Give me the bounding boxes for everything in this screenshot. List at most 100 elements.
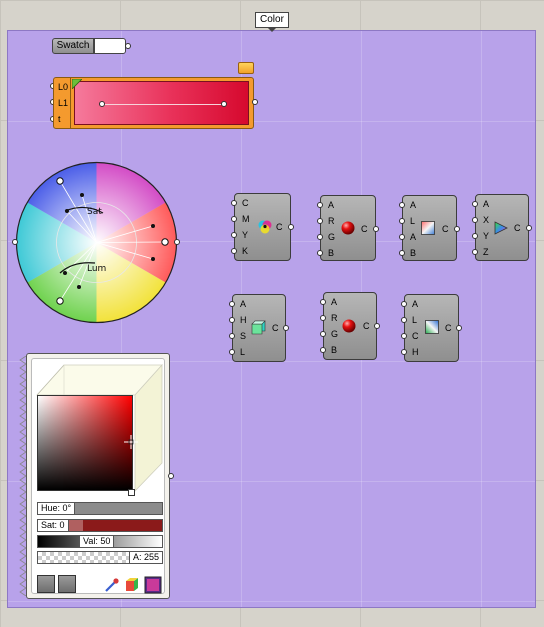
output-port[interactable] bbox=[454, 226, 460, 232]
wheel-lum-label: Lum bbox=[87, 264, 106, 274]
group-title[interactable]: Color bbox=[255, 12, 289, 32]
gradient-input-label: L1 bbox=[58, 98, 69, 108]
argb-component[interactable]: A R G B C bbox=[317, 195, 379, 261]
lch-square-icon bbox=[425, 320, 439, 334]
input-port[interactable] bbox=[399, 250, 405, 256]
input-port[interactable] bbox=[472, 249, 478, 255]
gradient-input-labels: L0 L1 t bbox=[53, 77, 71, 129]
output-label: C bbox=[442, 224, 449, 234]
input-port[interactable] bbox=[401, 349, 407, 355]
hue-slider[interactable]: Hue: 0° bbox=[37, 502, 163, 515]
saturation-slider[interactable]: Sat: 0 bbox=[37, 519, 163, 532]
input-port[interactable] bbox=[320, 331, 326, 337]
swatch-component[interactable]: Swatch bbox=[52, 38, 131, 54]
gradient-corner-icon bbox=[72, 79, 82, 89]
alpha-label: A: 255 bbox=[128, 552, 162, 563]
color-preset-button[interactable] bbox=[58, 575, 76, 593]
gradient-grip-left[interactable] bbox=[99, 101, 105, 107]
red-sphere-icon bbox=[342, 319, 356, 333]
input-port[interactable] bbox=[399, 234, 405, 240]
output-port[interactable] bbox=[373, 226, 379, 232]
output-label: C bbox=[272, 323, 279, 333]
wheel-input-port[interactable] bbox=[12, 239, 18, 245]
wheel-output-port[interactable] bbox=[174, 239, 180, 245]
gradient-bar[interactable] bbox=[74, 81, 249, 125]
gradient-grip-right[interactable] bbox=[221, 101, 227, 107]
gradient-output-port[interactable] bbox=[252, 99, 258, 105]
input-port[interactable] bbox=[401, 317, 407, 323]
input-label: H bbox=[412, 347, 419, 357]
swatch-output-port[interactable] bbox=[125, 43, 131, 49]
input-label: A bbox=[240, 299, 247, 309]
gradient-input-label: L0 bbox=[58, 82, 69, 92]
input-port[interactable] bbox=[320, 299, 326, 305]
input-label: H bbox=[240, 315, 247, 325]
xyz-component[interactable]: A X Y Z C bbox=[472, 194, 532, 261]
lab-component[interactable]: A L A B C bbox=[399, 195, 460, 261]
lch-component[interactable]: A L C H C bbox=[401, 294, 462, 362]
output-label: C bbox=[514, 223, 521, 233]
input-port[interactable] bbox=[320, 315, 326, 321]
input-port[interactable] bbox=[399, 202, 405, 208]
input-port[interactable] bbox=[231, 216, 237, 222]
input-label: Y bbox=[483, 231, 490, 241]
input-port[interactable] bbox=[229, 301, 235, 307]
input-port[interactable] bbox=[229, 333, 235, 339]
input-port[interactable] bbox=[317, 234, 323, 240]
picker-output-port[interactable] bbox=[168, 473, 174, 479]
color-wheel-component[interactable]: Sat Lum bbox=[12, 161, 180, 324]
input-port[interactable] bbox=[317, 202, 323, 208]
color-wheel[interactable]: Sat Lum bbox=[15, 161, 178, 324]
input-port[interactable] bbox=[401, 301, 407, 307]
rgb-cube-icon[interactable] bbox=[124, 577, 140, 593]
palette-swatch-icon[interactable] bbox=[144, 576, 162, 594]
value-slider[interactable]: Val: 50 bbox=[37, 535, 163, 548]
gradient-component[interactable]: L0 L1 t bbox=[50, 77, 258, 129]
output-label: C bbox=[363, 321, 370, 331]
input-port[interactable] bbox=[231, 200, 237, 206]
gradient-input-label: t bbox=[58, 114, 61, 124]
input-port[interactable] bbox=[317, 218, 323, 224]
output-port[interactable] bbox=[456, 325, 462, 331]
input-label: X bbox=[483, 215, 490, 225]
alpha-slider[interactable]: A: 255 bbox=[37, 551, 163, 564]
output-port[interactable] bbox=[283, 325, 289, 331]
input-port[interactable] bbox=[229, 349, 235, 355]
input-label: A bbox=[331, 297, 338, 307]
input-label: B bbox=[410, 248, 417, 258]
output-port[interactable] bbox=[288, 224, 294, 230]
input-label: A bbox=[412, 299, 419, 309]
input-port[interactable] bbox=[317, 250, 323, 256]
eyedropper-icon[interactable] bbox=[104, 577, 120, 593]
color-picker-component[interactable]: Hue: 0° Sat: 0 Val: 50 A: 255 bbox=[26, 353, 174, 599]
input-port[interactable] bbox=[229, 317, 235, 323]
input-port[interactable] bbox=[320, 347, 326, 353]
output-port[interactable] bbox=[374, 323, 380, 329]
input-port[interactable] bbox=[399, 218, 405, 224]
gradient-flag-icon[interactable] bbox=[238, 62, 254, 74]
swatch-color-box[interactable] bbox=[94, 38, 126, 54]
value-label: Val: 50 bbox=[79, 536, 115, 547]
rgb-component[interactable]: A R G B C bbox=[320, 292, 380, 360]
input-port[interactable] bbox=[472, 217, 478, 223]
input-port[interactable] bbox=[231, 232, 237, 238]
input-label: G bbox=[331, 329, 339, 339]
gradient-parameter-line bbox=[102, 104, 224, 105]
color-preset-button[interactable] bbox=[37, 575, 55, 593]
saturation-value-square[interactable] bbox=[37, 395, 133, 491]
input-label: A bbox=[328, 200, 335, 210]
wheel-sat-label: Sat bbox=[87, 207, 102, 217]
output-port[interactable] bbox=[526, 225, 532, 231]
input-label: R bbox=[331, 313, 338, 323]
input-port[interactable] bbox=[472, 233, 478, 239]
resize-handle[interactable] bbox=[128, 489, 135, 496]
cmyk-component[interactable]: C M Y K C bbox=[231, 193, 294, 261]
color-picker-panel: Hue: 0° Sat: 0 Val: 50 A: 255 bbox=[31, 358, 165, 594]
input-port[interactable] bbox=[472, 201, 478, 207]
input-port[interactable] bbox=[231, 248, 237, 254]
output-label: C bbox=[445, 323, 452, 333]
input-port[interactable] bbox=[401, 333, 407, 339]
xyz-triangle-icon bbox=[494, 221, 508, 235]
input-label: L bbox=[410, 216, 416, 226]
hsl-component[interactable]: A H S L C bbox=[229, 294, 289, 362]
